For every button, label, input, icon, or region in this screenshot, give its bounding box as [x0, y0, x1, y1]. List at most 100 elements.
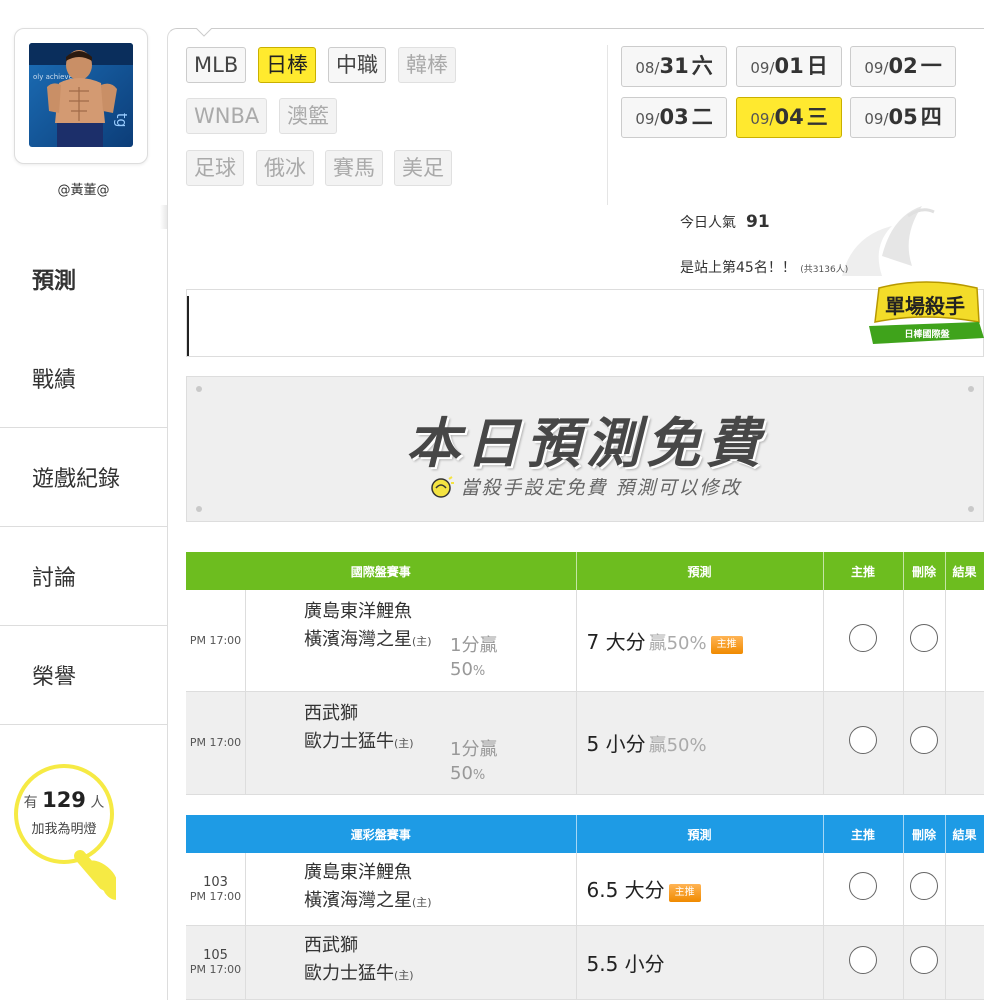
game-time: PM 17:00 — [189, 889, 242, 903]
date-0831[interactable]: 08/31 六 — [621, 46, 727, 87]
prediction-value: 5 小分 — [586, 732, 646, 756]
delete-radio[interactable] — [910, 872, 938, 901]
date-month: 09/ — [864, 59, 889, 77]
result-cell — [945, 590, 984, 692]
sidebar: oly achieve tg @黃董@ 預測 戰績 遊戲紀錄 討論 榮譽 有 1… — [0, 0, 167, 1000]
handicap: 1分贏 50% — [450, 738, 497, 788]
col-header-main-pick: 主推 — [823, 815, 904, 853]
delete-cell — [903, 691, 946, 795]
table-row: 103 PM 17:00 廣島東洋鯉魚 橫濱海灣之星(主) 6.5 大分 主推 — [186, 853, 984, 926]
result-cell — [945, 925, 984, 1000]
nav-item-discussion[interactable]: 討論 — [0, 527, 167, 626]
sport-tag-wnba[interactable]: WNBA — [186, 98, 268, 134]
main-pick-cell — [823, 691, 904, 795]
col-header-main-pick: 主推 — [823, 552, 904, 590]
prediction-cell: 7 大分 贏50% 主推 — [576, 590, 824, 692]
table-row: PM 17:00 廣島東洋鯉魚 橫濱海灣之星(主) 1分贏 50% 7 大分 贏50… — [186, 590, 984, 692]
nav-item-label: 遊戲紀錄 — [32, 467, 121, 492]
date-weekday: 六 — [691, 54, 713, 78]
home-team: 橫濱海灣之星 — [304, 629, 412, 651]
home-team-row: 歐力士猛牛(主) — [246, 960, 576, 990]
date-month: 09/ — [750, 59, 775, 77]
lottery-odds-table: 運彩盤賽事 預測 主推 刪除 結果 103 PM 17:00 廣島東洋鯉魚 橫濱海… — [186, 815, 984, 1000]
main-pick-badge: 主推 — [710, 635, 743, 654]
col-header-event: 國際盤賽事 — [186, 552, 577, 590]
svg-text:tg: tg — [113, 113, 129, 127]
avatar-card[interactable]: oly achieve tg — [14, 28, 148, 164]
date-weekday: 四 — [920, 105, 942, 129]
col-header-prediction: 預測 — [576, 815, 824, 853]
date-0905[interactable]: 09/05 四 — [850, 97, 956, 138]
game-time: PM 17:00 — [189, 963, 242, 976]
free-prediction-banner: 本日預測免費 當殺手設定免費 預測可以修改 — [186, 376, 984, 522]
date-day: 03 — [659, 105, 689, 129]
table-row: 105 PM 17:00 西武獅 歐力士猛牛(主) 5.5 小分 — [186, 925, 984, 1000]
sport-tag-mlb[interactable]: MLB — [186, 47, 247, 83]
rank-note: (共3136人) — [800, 265, 849, 275]
sport-tag-kbo[interactable]: 韓棒 — [398, 47, 456, 83]
date-month: 08/ — [635, 59, 660, 77]
pct-unit: % — [472, 664, 486, 680]
game-number: 103 — [203, 874, 228, 890]
col-header-delete: 刪除 — [903, 552, 946, 590]
date-0902[interactable]: 09/02 一 — [850, 46, 956, 87]
nav-item-label: 戰績 — [32, 368, 77, 393]
game-time-cell: 103 PM 17:00 — [186, 853, 246, 925]
date-0901[interactable]: 09/01 日 — [736, 46, 842, 87]
badge-title: 單場殺手 — [885, 294, 965, 318]
nav-item-honor[interactable]: 榮譽 — [0, 626, 167, 725]
sport-tag-khl[interactable]: 俄冰 — [256, 150, 314, 186]
game-number: 105 — [203, 948, 228, 963]
date-0903[interactable]: 09/03 二 — [621, 97, 727, 138]
date-weekday: 日 — [806, 54, 828, 78]
nav-item-game-history[interactable]: 遊戲紀錄 — [0, 428, 167, 527]
sport-tag-soccer[interactable]: 足球 — [186, 150, 244, 186]
away-team: 廣島東洋鯉魚 — [304, 862, 412, 884]
nav-item-record[interactable]: 戰績 — [0, 329, 167, 428]
rivet — [196, 506, 202, 512]
delete-radio[interactable] — [910, 945, 938, 974]
lamp-count: 129 — [42, 788, 86, 812]
nav-item-label: 討論 — [32, 566, 77, 591]
lamp-sub-label: 加我為明燈 — [31, 822, 97, 837]
popularity: 今日人氣 91 — [680, 212, 770, 232]
home-team-row: 歐力士猛牛(主) — [246, 728, 576, 758]
nav-item-predict[interactable]: 預測 — [0, 229, 167, 328]
col-header-prediction: 預測 — [576, 552, 824, 590]
main-pick-radio[interactable] — [849, 945, 877, 974]
sport-tag-cpbl[interactable]: 中職 — [328, 47, 386, 83]
sport-tag-npb[interactable]: 日棒 — [258, 47, 316, 83]
page: { "user": {"name": "@黃董@"}, "sidebar": {… — [0, 0, 984, 1000]
win-rate: 贏50% — [648, 735, 707, 756]
prediction-cell: 5 小分 贏50% — [576, 691, 824, 795]
away-team: 廣島東洋鯉魚 — [304, 601, 412, 623]
delete-radio[interactable] — [910, 623, 938, 652]
prediction-cell: 6.5 大分 主推 — [576, 853, 824, 926]
sport-tag-nbl[interactable]: 澳籃 — [279, 98, 337, 134]
main-pick-cell — [823, 853, 904, 926]
win-rate: 贏50% — [648, 632, 707, 654]
result-cell — [945, 691, 984, 795]
table-header-row: 運彩盤賽事 預測 主推 刪除 結果 — [186, 815, 984, 853]
delete-radio[interactable] — [910, 726, 938, 754]
main-pick-radio[interactable] — [849, 726, 877, 754]
avatar[interactable]: oly achieve tg — [29, 43, 133, 147]
lamp-follow[interactable]: 有 129 人 加我為明燈 — [12, 788, 116, 837]
date-day: 04 — [774, 105, 804, 129]
single-game-killer-badge: 單場殺手 日棒國際盤 — [869, 281, 984, 344]
prediction-cell: 5.5 小分 — [576, 925, 824, 1000]
home-team-row: 橫濱海灣之星(主) — [246, 887, 576, 917]
date-0904[interactable]: 09/04 三 — [736, 97, 842, 138]
caret-icon — [196, 28, 212, 37]
sport-tag-horse[interactable]: 賽馬 — [325, 150, 383, 186]
main-pick-radio[interactable] — [849, 872, 877, 901]
rank-label: 是站上第45名！！ — [680, 260, 796, 276]
intl-odds-table: 國際盤賽事 預測 主推 刪除 結果 PM 17:00 廣島東洋鯉魚 橫濱海灣之星… — [186, 552, 984, 795]
event-cell: 105 PM 17:00 西武獅 歐力士猛牛(主) — [186, 925, 577, 1000]
home-mark: (主) — [412, 896, 432, 910]
divider — [607, 45, 608, 205]
badge-subtitle: 日棒國際盤 — [904, 328, 950, 340]
main-pick-radio[interactable] — [849, 623, 877, 652]
date-weekday: 三 — [806, 105, 828, 129]
sport-tag-nfl[interactable]: 美足 — [394, 150, 452, 186]
